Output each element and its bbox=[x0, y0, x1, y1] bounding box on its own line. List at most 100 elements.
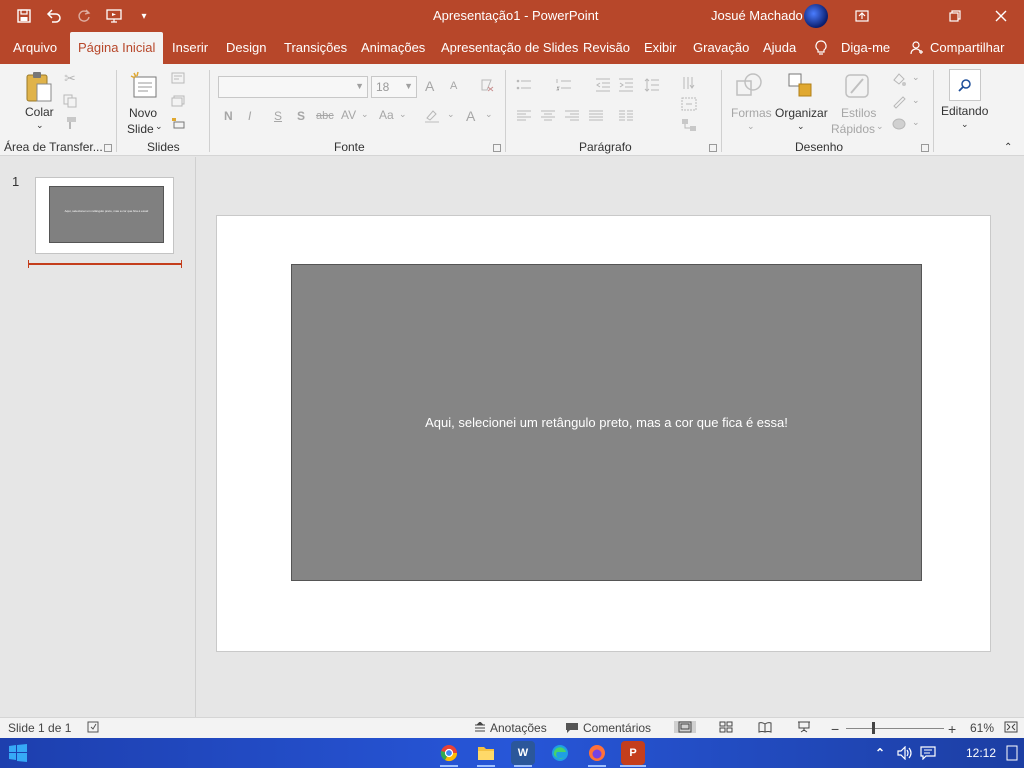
chevron-down-icon[interactable]: ⌄ bbox=[912, 95, 920, 106]
font-name-combobox[interactable]: ▼ bbox=[218, 76, 368, 98]
save-icon[interactable] bbox=[14, 6, 34, 26]
zoom-out-button[interactable]: − bbox=[831, 721, 839, 737]
zoom-in-button[interactable]: + bbox=[948, 721, 956, 737]
numbering-icon[interactable] bbox=[555, 77, 573, 93]
zoom-slider-thumb[interactable] bbox=[872, 722, 875, 734]
reading-view-icon[interactable] bbox=[758, 721, 772, 733]
accessibility-icon[interactable] bbox=[87, 721, 99, 733]
notes-button[interactable]: Anotações bbox=[474, 721, 547, 735]
tab-design[interactable]: Design bbox=[218, 32, 274, 64]
rectangle-shape[interactable]: Aqui, selecionei um retângulo preto, mas… bbox=[291, 264, 922, 581]
align-right-icon[interactable] bbox=[563, 108, 581, 124]
notification-message-icon[interactable] bbox=[916, 741, 940, 765]
ribbon-display-options-icon[interactable] bbox=[839, 0, 885, 32]
find-search-icon[interactable] bbox=[949, 69, 981, 101]
paste-icon[interactable] bbox=[24, 70, 56, 104]
smartart-icon[interactable] bbox=[680, 116, 698, 134]
new-slide-label-2[interactable]: Slide bbox=[127, 122, 154, 136]
shape-outline-icon[interactable] bbox=[890, 93, 908, 111]
font-launcher-icon[interactable] bbox=[493, 144, 501, 152]
italic-button[interactable]: I bbox=[248, 109, 251, 123]
tab-pagina-inicial[interactable]: Página Inicial bbox=[70, 32, 164, 64]
slide-thumbnail[interactable]: Aqui, selecionei um retângulo preto, mas… bbox=[35, 177, 174, 254]
user-name[interactable]: Josué Machado bbox=[711, 8, 803, 23]
fit-to-window-icon[interactable] bbox=[1004, 721, 1018, 733]
shape-effects-icon[interactable] bbox=[890, 115, 908, 133]
tab-ajuda[interactable]: Ajuda bbox=[755, 32, 804, 64]
file-explorer-icon[interactable] bbox=[474, 741, 498, 765]
align-center-icon[interactable] bbox=[539, 108, 557, 124]
change-case-button[interactable]: Aa bbox=[379, 108, 394, 122]
reset-icon[interactable] bbox=[170, 93, 186, 109]
slide-sorter-icon[interactable] bbox=[719, 721, 733, 733]
clear-formatting-icon[interactable] bbox=[478, 76, 496, 94]
chevron-down-icon[interactable]: ⌄ bbox=[912, 72, 920, 83]
clipboard-launcher-icon[interactable] bbox=[104, 144, 112, 152]
chevron-down-icon[interactable]: ⌄ bbox=[876, 121, 884, 132]
new-slide-icon[interactable] bbox=[128, 70, 160, 102]
shape-fill-icon[interactable] bbox=[890, 70, 908, 88]
paragraph-launcher-icon[interactable] bbox=[709, 144, 717, 152]
arrange-label[interactable]: Organizar bbox=[775, 106, 828, 120]
tab-apresentacao[interactable]: Apresentação de Slides bbox=[433, 32, 586, 64]
zoom-slider[interactable] bbox=[846, 728, 944, 729]
line-spacing-icon[interactable] bbox=[643, 77, 661, 93]
volume-icon[interactable] bbox=[893, 741, 917, 765]
chevron-down-icon[interactable]: ⌄ bbox=[797, 121, 805, 132]
firefox-icon[interactable] bbox=[585, 741, 609, 765]
grow-font-button[interactable]: A bbox=[425, 78, 434, 94]
chevron-down-icon[interactable]: ⌄ bbox=[361, 109, 369, 120]
redo-icon[interactable] bbox=[74, 6, 94, 26]
shape-text[interactable]: Aqui, selecionei um retângulo preto, mas… bbox=[425, 415, 788, 430]
font-color-button[interactable]: A bbox=[466, 108, 475, 124]
slideshow-icon[interactable] bbox=[797, 721, 811, 733]
new-slide-dropdown-icon[interactable]: ⌄ bbox=[155, 121, 163, 132]
share-button[interactable]: Compartilhar bbox=[910, 32, 1004, 64]
bold-button[interactable]: N bbox=[224, 109, 233, 123]
quick-styles-label-2[interactable]: Rápidos bbox=[831, 122, 875, 136]
undo-icon[interactable] bbox=[44, 6, 64, 26]
drawing-launcher-icon[interactable] bbox=[921, 144, 929, 152]
edge-icon[interactable] bbox=[548, 741, 572, 765]
justify-icon[interactable] bbox=[587, 108, 605, 124]
columns-icon[interactable] bbox=[617, 108, 635, 124]
tab-exibir[interactable]: Exibir bbox=[636, 32, 685, 64]
powerpoint-icon[interactable]: P bbox=[621, 741, 645, 765]
editing-label[interactable]: Editando bbox=[941, 104, 988, 118]
character-spacing-button[interactable]: AV bbox=[341, 108, 356, 122]
tab-transicoes[interactable]: Transições bbox=[276, 32, 355, 64]
restore-icon[interactable] bbox=[932, 0, 978, 32]
arrange-icon[interactable] bbox=[785, 70, 817, 102]
chevron-down-icon[interactable]: ⌄ bbox=[912, 117, 920, 128]
quick-styles-icon[interactable] bbox=[842, 70, 874, 102]
increase-indent-icon[interactable] bbox=[617, 77, 635, 93]
shapes-icon[interactable] bbox=[733, 70, 765, 102]
customize-qat-icon[interactable]: ▾ bbox=[134, 6, 154, 26]
tab-revisao[interactable]: Revisão bbox=[575, 32, 638, 64]
strikethrough-button[interactable]: abc bbox=[316, 110, 334, 122]
section-icon[interactable] bbox=[170, 115, 186, 131]
format-painter-icon[interactable] bbox=[62, 115, 78, 131]
present-from-start-icon[interactable] bbox=[104, 6, 124, 26]
shrink-font-button[interactable]: A bbox=[450, 80, 457, 92]
comments-button[interactable]: Comentários bbox=[565, 721, 651, 735]
tell-me-search[interactable]: Diga-me bbox=[815, 32, 890, 64]
cut-icon[interactable]: ✂ bbox=[62, 70, 78, 86]
underline-button[interactable]: S bbox=[274, 109, 282, 123]
windows-start-icon[interactable] bbox=[6, 741, 30, 765]
chevron-down-icon[interactable]: ⌄ bbox=[961, 119, 969, 130]
word-icon[interactable]: W bbox=[511, 741, 535, 765]
zoom-level[interactable]: 61% bbox=[970, 721, 994, 735]
chevron-down-icon[interactable]: ⌄ bbox=[485, 109, 493, 120]
paste-dropdown-icon[interactable]: ⌄ bbox=[36, 120, 44, 131]
tab-animacoes[interactable]: Animações bbox=[353, 32, 433, 64]
chevron-down-icon[interactable]: ⌄ bbox=[447, 109, 455, 120]
new-slide-label-1[interactable]: Novo bbox=[129, 106, 157, 120]
tab-gravacao[interactable]: Gravação bbox=[685, 32, 757, 64]
tab-inserir[interactable]: Inserir bbox=[164, 32, 216, 64]
shapes-label[interactable]: Formas bbox=[731, 106, 772, 120]
avatar[interactable] bbox=[804, 4, 828, 28]
close-icon[interactable] bbox=[978, 0, 1024, 32]
paste-label[interactable]: Colar bbox=[25, 105, 54, 119]
tab-arquivo[interactable]: Arquivo bbox=[5, 32, 65, 64]
